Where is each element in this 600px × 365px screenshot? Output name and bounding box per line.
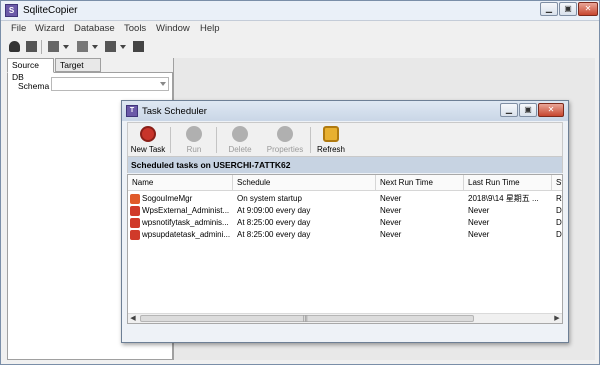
run-label: Run xyxy=(186,145,202,154)
task-schedule: At 8:25:00 every day xyxy=(237,230,311,239)
task-next-run: Never xyxy=(380,230,402,239)
table-row[interactable]: wpsupdatetask_admini... At 8:25:00 every… xyxy=(128,229,562,241)
task-scheduler-dialog: T Task Scheduler ▁ ▣ ✕ New Task Run Dele… xyxy=(121,100,569,343)
column-header-schedule[interactable]: Schedule xyxy=(233,175,376,191)
table-icon[interactable] xyxy=(105,41,116,52)
column-header-last-run[interactable]: Last Run Time xyxy=(464,175,552,191)
new-task-button[interactable]: New Task xyxy=(128,125,168,156)
task-next-run: Never xyxy=(380,206,402,215)
table-row[interactable]: WpsExternal_Administ... At 9:09:00 every… xyxy=(128,205,562,217)
run-button[interactable]: Run xyxy=(174,125,214,156)
main-toolbar xyxy=(1,37,599,57)
dialog-maximize-button[interactable]: ▣ xyxy=(519,103,537,117)
table-row[interactable]: wpsnotifytask_adminis... At 8:25:00 ever… xyxy=(128,217,562,229)
horizontal-scrollbar[interactable]: ◀ ||| ▶ xyxy=(128,313,562,323)
menu-file[interactable]: File xyxy=(11,23,26,34)
task-schedule: At 8:25:00 every day xyxy=(237,218,311,227)
dialog-toolbar: New Task Run Delete Properties Refresh xyxy=(127,122,563,157)
task-status: Dis xyxy=(556,218,562,227)
task-last-run: Never xyxy=(468,230,490,239)
new-task-icon xyxy=(140,126,156,142)
task-next-run: Never xyxy=(380,218,402,227)
dialog-minimize-button[interactable]: ▁ xyxy=(500,103,518,117)
task-status: Dis xyxy=(556,230,562,239)
menu-help[interactable]: Help xyxy=(200,23,220,34)
properties-label: Properties xyxy=(266,145,304,154)
refresh-icon xyxy=(323,126,339,142)
database-connect-icon[interactable] xyxy=(26,41,37,52)
task-scheduler-icon: T xyxy=(126,105,138,117)
menu-window[interactable]: Window xyxy=(156,23,190,34)
dialog-title-bar: T Task Scheduler ▁ ▣ ✕ xyxy=(122,101,568,121)
tasks-table: Name Schedule Next Run Time Last Run Tim… xyxy=(127,174,563,324)
toolbar-separator xyxy=(216,127,217,153)
grip-icon: ||| xyxy=(303,316,308,322)
close-button[interactable]: ✕ xyxy=(578,2,598,16)
tab-source-db[interactable]: Source DB xyxy=(7,58,54,82)
scroll-thumb[interactable]: ||| xyxy=(140,315,474,322)
tab-target-db[interactable]: Target DB xyxy=(55,58,101,82)
app-icon: S xyxy=(5,4,18,17)
dialog-close-button[interactable]: ✕ xyxy=(538,103,564,117)
properties-button[interactable]: Properties xyxy=(262,125,308,156)
menu-tools[interactable]: Tools xyxy=(124,23,146,34)
column-header-name[interactable]: Name xyxy=(128,175,233,191)
new-task-label: New Task xyxy=(130,145,166,154)
task-name: wpsnotifytask_adminis... xyxy=(142,218,229,227)
schema-dropdown-arrow[interactable] xyxy=(92,45,98,49)
toolbar-separator xyxy=(41,40,42,54)
stop-icon[interactable] xyxy=(133,41,144,52)
task-last-run: 2018\9\14 星期五 ... xyxy=(468,194,539,203)
scheduled-tasks-title: Scheduled tasks on USERCHI-7ATTK62 xyxy=(131,160,291,170)
task-last-run: Never xyxy=(468,206,490,215)
copy-icon[interactable] xyxy=(48,41,59,52)
schema-icon[interactable] xyxy=(77,41,88,52)
table-dropdown-arrow[interactable] xyxy=(120,45,126,49)
column-header-status[interactable]: Sta xyxy=(552,175,562,191)
menu-bar: File Wizard Database Tools Window Help xyxy=(1,21,599,37)
task-schedule: At 9:09:00 every day xyxy=(237,206,311,215)
task-next-run: Never xyxy=(380,194,402,203)
properties-icon xyxy=(277,126,293,142)
column-header-next-run[interactable]: Next Run Time xyxy=(376,175,464,191)
chevron-down-icon xyxy=(160,82,166,86)
toolbar-separator xyxy=(170,127,171,153)
refresh-button[interactable]: Refresh xyxy=(311,125,351,156)
task-name: SogouImeMgr xyxy=(142,194,193,203)
maximize-button[interactable]: ▣ xyxy=(559,2,577,16)
schema-select[interactable] xyxy=(51,77,169,91)
task-last-run: Never xyxy=(468,218,490,227)
scroll-right-icon[interactable]: ▶ xyxy=(552,314,562,323)
minimize-button[interactable]: ▁ xyxy=(540,2,558,16)
window-title: SqliteCopier xyxy=(23,5,78,16)
scroll-left-icon[interactable]: ◀ xyxy=(128,314,138,323)
refresh-label: Refresh xyxy=(316,145,345,154)
delete-icon xyxy=(232,126,248,142)
task-name: WpsExternal_Administ... xyxy=(142,206,230,215)
menu-wizard[interactable]: Wizard xyxy=(35,23,65,34)
task-status: Re xyxy=(556,194,562,203)
task-status: Dis xyxy=(556,206,562,215)
menu-database[interactable]: Database xyxy=(74,23,115,34)
dialog-title: Task Scheduler xyxy=(142,106,207,117)
task-name: wpsupdatetask_admini... xyxy=(142,230,231,239)
scheduled-tasks-header: Scheduled tasks on USERCHI-7ATTK62 xyxy=(127,157,563,173)
delete-button[interactable]: Delete xyxy=(220,125,260,156)
title-bar: S SqliteCopier ▁ ▣ ✕ xyxy=(1,1,599,21)
user-icon[interactable] xyxy=(9,41,20,52)
copy-dropdown-arrow[interactable] xyxy=(63,45,69,49)
task-schedule: On system startup xyxy=(237,194,302,203)
delete-label: Delete xyxy=(228,145,252,154)
table-row[interactable]: SogouImeMgr On system startup Never 2018… xyxy=(128,193,562,205)
run-icon xyxy=(186,126,202,142)
